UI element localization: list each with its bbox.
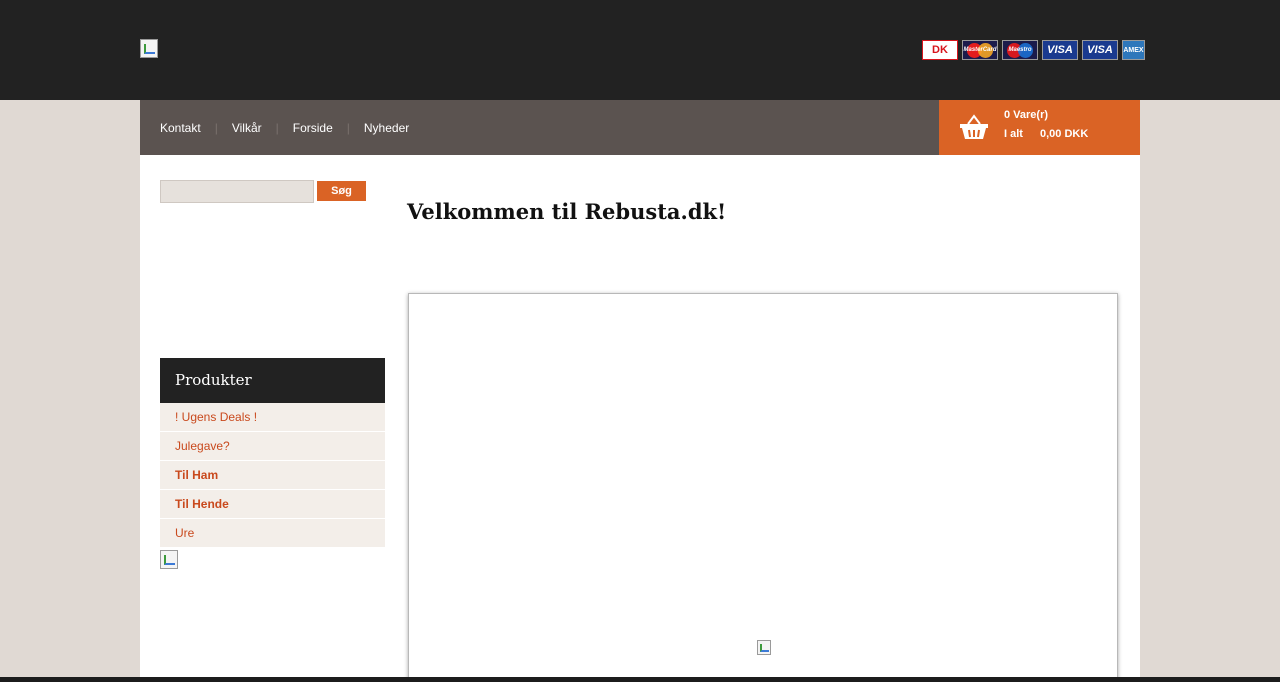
- nav-item-kontakt[interactable]: Kontakt: [160, 121, 201, 135]
- amex-icon: AMEX: [1122, 40, 1145, 60]
- visa-electron-icon: VISA: [1082, 40, 1118, 60]
- slider-image: [757, 640, 771, 655]
- dankort-icon: DK: [922, 40, 958, 60]
- page-title: Velkommen til Rebusta.dk!: [407, 199, 727, 224]
- payment-cards: DK MasterCard Maestro VISA VISA AMEX: [922, 40, 1145, 60]
- category-item[interactable]: Ure: [160, 519, 385, 548]
- cart-item-count: 0 Vare(r): [1004, 109, 1049, 121]
- nav-separator: |: [275, 120, 279, 135]
- visa-icon: VISA: [1042, 40, 1078, 60]
- nav-separator: |: [346, 120, 350, 135]
- category-item[interactable]: Til Hende: [160, 490, 385, 519]
- category-list: ! Ugens Deals ! Julegave? Til Ham Til He…: [160, 403, 385, 548]
- category-item[interactable]: Julegave?: [160, 432, 385, 461]
- cart-widget[interactable]: 0 Vare(r) I alt 0,00 DKK: [939, 100, 1140, 155]
- mastercard-icon: MasterCard: [962, 40, 998, 60]
- nav-links: Kontakt | Vilkår | Forside | Nyheder: [160, 100, 409, 155]
- top-header: DK MasterCard Maestro VISA VISA AMEX: [0, 0, 1280, 100]
- basket-icon: [960, 114, 988, 139]
- category-item[interactable]: Til Ham: [160, 461, 385, 490]
- nav-item-nyheder[interactable]: Nyheder: [364, 121, 409, 135]
- category-item[interactable]: ! Ugens Deals !: [160, 403, 385, 432]
- category-header: Produkter: [160, 358, 385, 403]
- footer-strip: [0, 677, 1280, 682]
- maestro-icon: Maestro: [1002, 40, 1038, 60]
- cart-total-label: I alt: [1004, 128, 1023, 140]
- featured-slider: [408, 293, 1118, 682]
- sidebar-image: [160, 550, 178, 569]
- cart-total: 0,00 DKK: [1040, 128, 1089, 140]
- main-navbar: Kontakt | Vilkår | Forside | Nyheder 0 V…: [140, 100, 1140, 155]
- content-area: Søg Produkter ! Ugens Deals ! Julegave? …: [140, 155, 1140, 682]
- nav-separator: |: [214, 120, 218, 135]
- search-button[interactable]: Søg: [317, 181, 366, 201]
- nav-item-vilkar[interactable]: Vilkår: [232, 121, 262, 135]
- nav-item-forside[interactable]: Forside: [293, 121, 333, 135]
- search-input[interactable]: [160, 180, 314, 203]
- logo-image[interactable]: [140, 39, 158, 58]
